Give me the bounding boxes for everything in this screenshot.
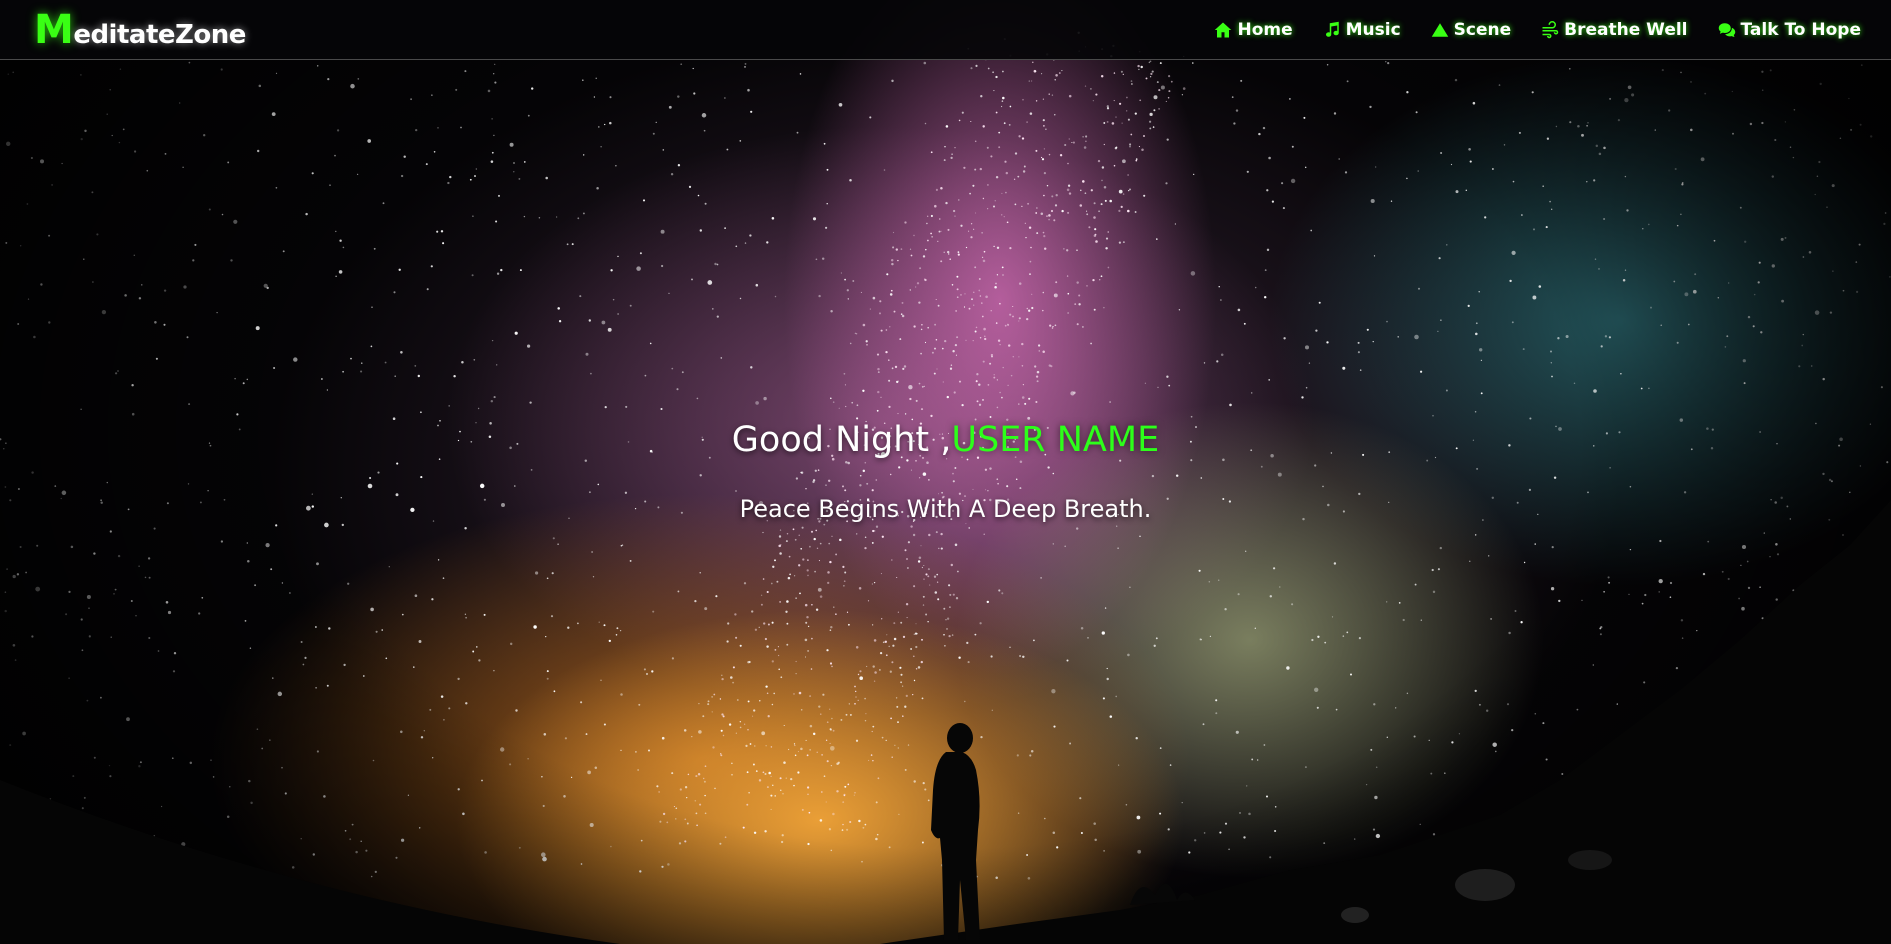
- nav-label-music: Music: [1345, 19, 1401, 40]
- nav-item-home[interactable]: Home: [1214, 19, 1293, 40]
- hero-background: [0, 0, 1891, 944]
- nav-item-music[interactable]: Music: [1323, 20, 1401, 40]
- nav-item-scene[interactable]: Scene: [1431, 20, 1511, 40]
- logo-text: editateZone: [73, 19, 246, 50]
- site-logo[interactable]: MeditateZone: [34, 7, 246, 53]
- logo-initial: M: [34, 6, 74, 53]
- nav-label-home: Home: [1237, 19, 1293, 40]
- nav-label-talk-to-hope: Talk To Hope: [1740, 19, 1861, 40]
- mountain-icon: [1431, 21, 1449, 39]
- music-note-icon: [1323, 21, 1341, 39]
- nav-label-scene: Scene: [1453, 19, 1512, 40]
- nav-item-breathe-well[interactable]: Breathe Well: [1541, 19, 1688, 40]
- nav-links: Home Music Scene Breathe Well Talk To Ho…: [1214, 20, 1861, 40]
- user-name: USER NAME: [951, 420, 1160, 460]
- chat-bubbles-icon: [1718, 21, 1736, 39]
- greeting-text: Good Night ,: [731, 420, 952, 460]
- ground-silhouette: [0, 500, 1891, 944]
- wind-icon: [1541, 20, 1559, 39]
- nav-item-talk-to-hope[interactable]: Talk To Hope: [1718, 20, 1861, 40]
- greeting-heading: Good Night ,USER NAME: [0, 420, 1891, 460]
- person-silhouette: [931, 723, 980, 940]
- tagline: Peace Begins With A Deep Breath.: [739, 495, 1152, 523]
- nav-label-breathe-well: Breathe Well: [1564, 19, 1688, 40]
- home-icon: [1214, 21, 1232, 39]
- top-navbar: MeditateZone Home Music Scene Breathe We…: [0, 0, 1891, 60]
